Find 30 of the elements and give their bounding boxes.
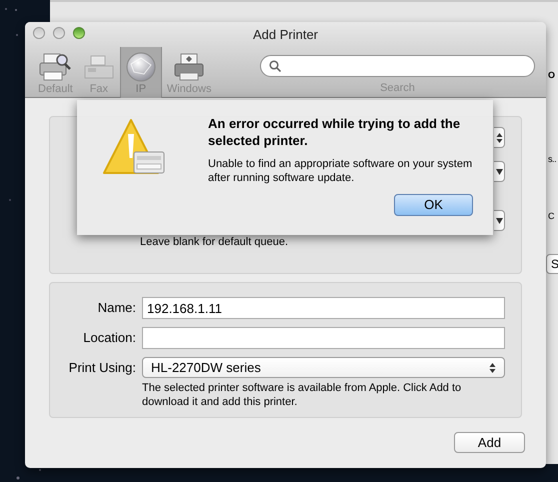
search-label: Search xyxy=(380,81,415,96)
info-text: The selected printer software is available from Apple. Click Add to download it and add this printer. xyxy=(142,381,462,409)
add-button[interactable]: Add xyxy=(454,432,525,453)
printer-icon xyxy=(173,52,206,82)
alert-title: An error occurred while trying to add the selected printer. xyxy=(208,115,462,149)
window-title: Add Printer xyxy=(252,26,318,44)
dropdown-button[interactable] xyxy=(494,210,505,231)
location-field[interactable] xyxy=(142,327,505,349)
globe-icon xyxy=(126,52,156,82)
stepper-icon xyxy=(496,132,502,144)
dropdown-arrow-icon xyxy=(496,168,502,174)
dropdown-button[interactable] xyxy=(494,127,505,148)
search-icon xyxy=(269,60,281,72)
warning-printer-icon xyxy=(103,118,167,176)
dropdown-button[interactable] xyxy=(494,161,505,182)
dropdown-arrow-icon xyxy=(496,218,502,224)
field-label: Name: xyxy=(96,299,136,318)
alert-message: Unable to find an appropriate software on your system after running software update. xyxy=(208,157,473,185)
field-label: Print Using: xyxy=(68,358,136,377)
print-using-dropdown[interactable]: HL-2270DW series xyxy=(142,357,505,378)
background-text: s.. xyxy=(548,153,556,166)
stepper-icon xyxy=(489,362,496,374)
name-field[interactable]: 192.168.1.11 xyxy=(142,297,505,319)
field-label: Location: xyxy=(82,329,136,348)
ok-button[interactable]: OK xyxy=(394,194,473,216)
background-text: O xyxy=(548,69,555,82)
hint-text: Leave blank for default queue. xyxy=(140,235,288,250)
background-text: C xyxy=(548,210,554,223)
search-field[interactable] xyxy=(260,55,535,77)
zoom-button[interactable] xyxy=(73,27,85,39)
